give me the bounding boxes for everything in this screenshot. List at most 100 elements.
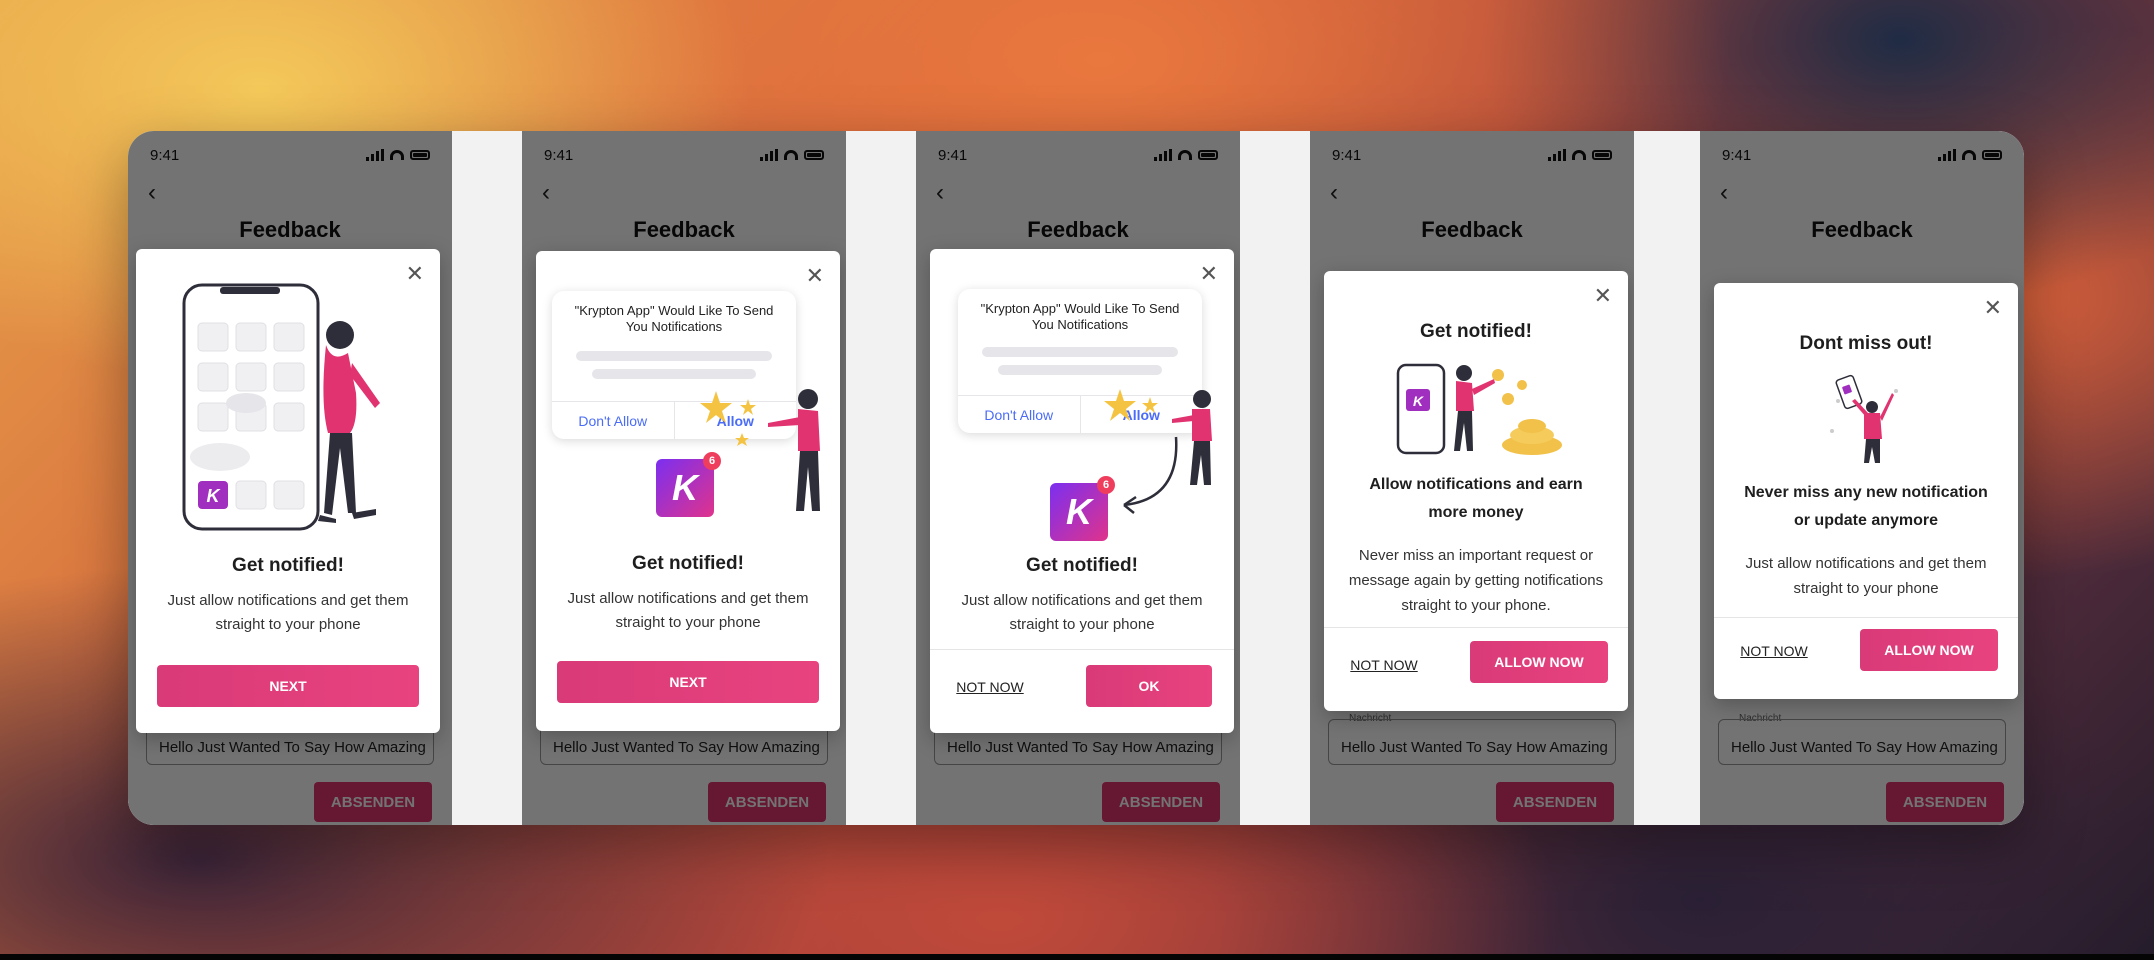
status-time: 9:41 <box>544 146 574 164</box>
bottom-edge-bar <box>0 954 2154 960</box>
notification-modal: ✕ "Krypton App" Would Like To Send You N… <box>930 249 1234 733</box>
phone-screen-1: 9:41 ‹ Feedback Hello Just Wanted To Say… <box>128 131 452 825</box>
notification-modal: ✕ Get notified! K Allow notifications an… <box>1324 271 1628 711</box>
svg-text:K: K <box>207 486 222 506</box>
signal-icon <box>1548 149 1566 161</box>
back-chevron-icon[interactable]: ‹ <box>936 179 944 207</box>
notification-modal: ✕ Dont miss out! Never miss any new noti… <box>1714 283 2018 699</box>
app-badge-icon: K 6 <box>656 452 721 517</box>
placeholder-line <box>982 347 1178 357</box>
modal-text: Never miss an important request or messa… <box>1348 547 1604 614</box>
close-icon[interactable]: ✕ <box>806 265 824 287</box>
prompt-title: "Krypton App" Would Like To Send You Not… <box>574 303 774 334</box>
wifi-icon <box>1962 150 1976 160</box>
phone-screen-5: 9:41 ‹ Feedback Nachricht Hello Just Wan… <box>1700 131 2024 825</box>
next-button[interactable]: NEXT <box>157 665 419 707</box>
message-field[interactable]: Hello Just Wanted To Say How Amazing <box>1328 719 1616 765</box>
modal-text: Just allow notifications and get them st… <box>167 592 409 633</box>
dont-allow-button[interactable]: Don't Allow <box>552 402 674 439</box>
message-field[interactable]: Hello Just Wanted To Say How Amazing <box>1718 719 2006 765</box>
signal-icon <box>1938 149 1956 161</box>
close-icon[interactable]: ✕ <box>1200 263 1218 285</box>
modal-text: Just allow notifications and get them st… <box>961 592 1203 633</box>
close-icon[interactable]: ✕ <box>406 263 424 285</box>
notification-modal: ✕ "Krypton App" Would Like To Send You N… <box>536 251 840 731</box>
svg-text:K: K <box>1413 393 1424 409</box>
signal-icon <box>1154 149 1172 161</box>
submit-button[interactable]: ABSENDEN <box>1886 782 2004 822</box>
modal-text: Just allow notifications and get them st… <box>1745 555 1987 597</box>
battery-icon <box>1982 150 2002 160</box>
phone-coins-illustration: K <box>1396 363 1562 455</box>
back-chevron-icon[interactable]: ‹ <box>542 179 550 207</box>
wifi-icon <box>1572 150 1586 160</box>
close-icon[interactable]: ✕ <box>1594 285 1612 307</box>
badge-letter: K <box>1066 491 1092 532</box>
divider <box>1714 617 2018 618</box>
status-time: 9:41 <box>1722 146 1752 164</box>
battery-icon <box>1592 150 1612 160</box>
notification-modal: ✕ K Get notified! Just allow notificatio… <box>136 249 440 733</box>
signal-icon <box>760 149 778 161</box>
placeholder-line <box>592 369 756 379</box>
placeholder-line <box>998 365 1162 375</box>
close-icon[interactable]: ✕ <box>1984 297 2002 319</box>
status-bar: 9:41 <box>916 145 1240 165</box>
ok-button[interactable]: OK <box>1086 665 1212 707</box>
phone-screen-3: 9:41 ‹ Feedback Hello Just Wanted To Say… <box>916 131 1240 825</box>
page-title: Feedback <box>239 217 341 242</box>
page-title: Feedback <box>1811 217 1913 242</box>
submit-button[interactable]: ABSENDEN <box>1496 782 1614 822</box>
showcase-board: 9:41 ‹ Feedback Hello Just Wanted To Say… <box>128 131 2024 825</box>
submit-button[interactable]: ABSENDEN <box>314 782 432 822</box>
phone-screen-2: 9:41 ‹ Feedback Hello Just Wanted To Say… <box>522 131 846 825</box>
modal-title: Dont miss out! <box>1799 333 1933 354</box>
modal-text: Just allow notifications and get them st… <box>567 590 809 631</box>
signal-icon <box>366 149 384 161</box>
woman-phone-illustration <box>1830 374 1898 463</box>
status-time: 9:41 <box>1332 146 1362 164</box>
page-title: Feedback <box>633 217 735 242</box>
wifi-icon <box>784 150 798 160</box>
submit-button[interactable]: ABSENDEN <box>708 782 826 822</box>
divider <box>930 649 1234 650</box>
page-title: Feedback <box>1421 217 1523 242</box>
battery-icon <box>804 150 824 160</box>
modal-subtitle: Never miss any new notification or updat… <box>1744 484 1988 529</box>
not-now-button[interactable]: NOT NOW <box>950 675 1030 699</box>
status-bar: 9:41 <box>522 145 846 165</box>
modal-subtitle: Allow notifications and earn more money <box>1369 476 1583 521</box>
next-button[interactable]: NEXT <box>557 661 819 703</box>
allow-now-button[interactable]: ALLOW NOW <box>1860 629 1998 671</box>
modal-title: Get notified! <box>232 555 344 576</box>
battery-icon <box>1198 150 1218 160</box>
modal-title: Get notified! <box>632 553 744 574</box>
allow-now-button[interactable]: ALLOW NOW <box>1470 641 1608 683</box>
dont-allow-button[interactable]: Don't Allow <box>958 396 1080 433</box>
submit-button[interactable]: ABSENDEN <box>1102 782 1220 822</box>
not-now-button[interactable]: NOT NOW <box>1344 653 1424 677</box>
modal-title: Get notified! <box>1026 555 1138 576</box>
badge-letter: K <box>672 467 698 508</box>
status-time: 9:41 <box>150 146 180 164</box>
back-chevron-icon[interactable]: ‹ <box>1330 179 1338 207</box>
page-title: Feedback <box>1027 217 1129 242</box>
modal-title: Get notified! <box>1420 321 1532 342</box>
battery-icon <box>410 150 430 160</box>
app-badge-icon: K 6 <box>1050 476 1115 541</box>
status-bar: 9:41 <box>1700 145 2024 165</box>
placeholder-line <box>576 351 772 361</box>
wifi-icon <box>390 150 404 160</box>
phone-screen-4: 9:41 ‹ Feedback Nachricht Hello Just Wan… <box>1310 131 1634 825</box>
phone-woman-illustration: K <box>182 283 380 531</box>
back-chevron-icon[interactable]: ‹ <box>148 179 156 207</box>
divider <box>1324 627 1628 628</box>
badge-count: 6 <box>1097 476 1115 494</box>
wifi-icon <box>1178 150 1192 160</box>
status-time: 9:41 <box>938 146 968 164</box>
badge-count: 6 <box>703 452 721 470</box>
back-chevron-icon[interactable]: ‹ <box>1720 179 1728 207</box>
prompt-title: "Krypton App" Would Like To Send You Not… <box>980 301 1180 332</box>
not-now-button[interactable]: NOT NOW <box>1734 639 1814 663</box>
status-bar: 9:41 <box>1310 145 1634 165</box>
